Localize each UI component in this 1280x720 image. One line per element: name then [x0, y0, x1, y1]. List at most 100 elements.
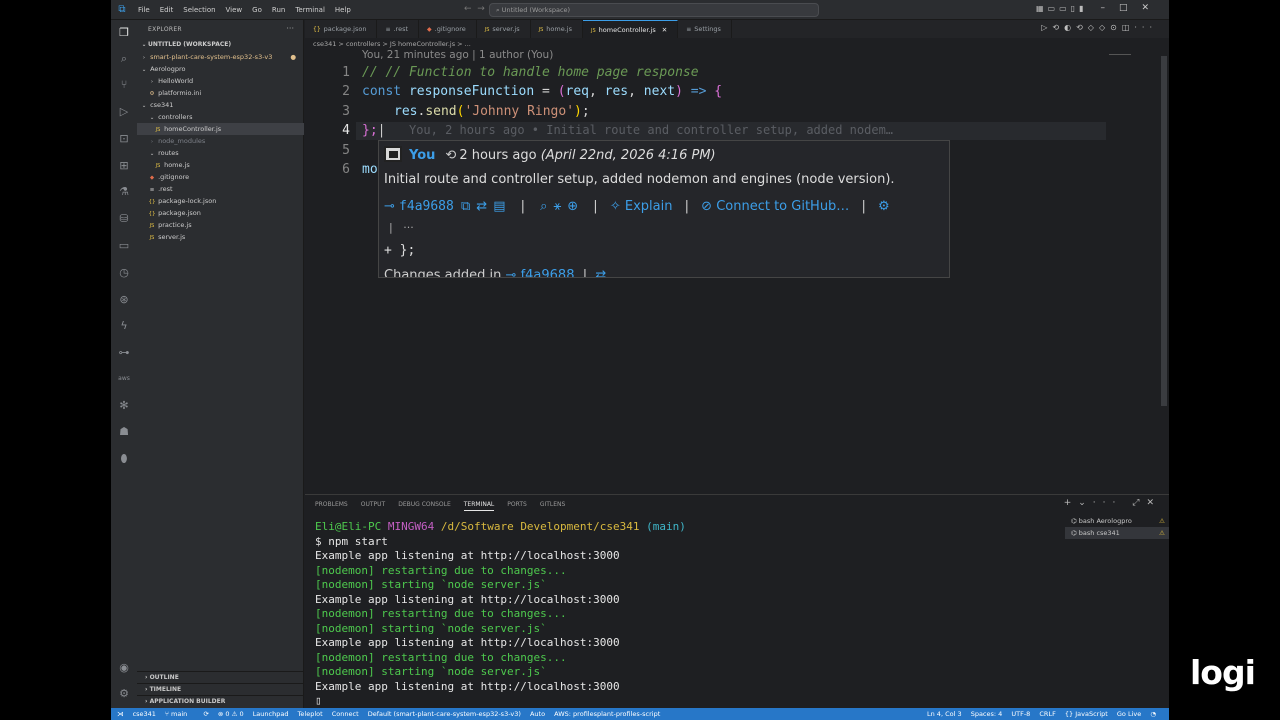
tab-package-json[interactable]: {} package.json — [305, 20, 378, 38]
terminal-output[interactable]: Eli@Eli-PC MINGW64 /d/Software Developme… — [315, 520, 686, 709]
copy-icon[interactable]: ⧉ — [461, 199, 470, 214]
more-actions-icon[interactable]: ··· — [286, 24, 294, 33]
status-branch[interactable]: ⑂ main — [165, 710, 194, 718]
tree-item-package-lock[interactable]: {} package-lock.json — [137, 195, 304, 207]
run-debug-icon[interactable]: ▷ — [117, 105, 131, 119]
status-go-live[interactable]: Go Live — [1117, 710, 1141, 718]
outline-section[interactable]: › OUTLINE — [137, 671, 304, 683]
tree-item-homecontroller[interactable]: JS homeController.js — [137, 123, 304, 135]
status-problems[interactable]: ⊗ 0 ⚠ 0 — [218, 710, 244, 718]
status-indentation[interactable]: Spaces: 4 — [971, 710, 1003, 718]
commit-author[interactable]: You — [409, 148, 435, 163]
tab-terminal[interactable]: TERMINAL — [463, 501, 495, 511]
workspace-header[interactable]: ⌄ UNTITLED (WORKSPACE) — [137, 39, 304, 51]
tree-item-routes[interactable]: ⌄ routes — [137, 147, 304, 159]
status-default-env[interactable]: Default (smart-plant-care-system-esp32-s… — [368, 710, 521, 718]
tree-item-controllers[interactable]: ⌄ controllers — [137, 111, 304, 123]
menu-help[interactable]: Help — [330, 6, 356, 14]
tree-item-cse341[interactable]: ⌄ cse341 — [137, 99, 304, 111]
close-icon[interactable]: ✕ — [662, 26, 667, 34]
remote-icon[interactable]: ⋊ — [117, 710, 124, 718]
status-launchpad[interactable]: Launchpad — [253, 710, 289, 718]
robot-icon[interactable]: ☗ — [117, 425, 131, 439]
account-icon[interactable]: ◉ — [117, 661, 131, 675]
tree-item-smart-plant[interactable]: › smart-plant-care-system-esp32-s3-v3 ● — [137, 51, 304, 63]
editor-scrollbar[interactable] — [1161, 56, 1167, 406]
commit-sha-link[interactable]: f4a9688 — [399, 199, 454, 214]
tab-gitlens[interactable]: GITLENS — [540, 501, 566, 511]
compare-icon[interactable]: ⇄ — [476, 199, 487, 214]
code-line-3[interactable]: res.send('Johnny Ringo'); — [394, 104, 590, 119]
connections-icon[interactable]: ⊶ — [117, 346, 131, 360]
menu-view[interactable]: View — [221, 6, 248, 14]
notifications-icon[interactable]: ◔ — [1150, 710, 1156, 718]
tab-debug-console[interactable]: DEBUG CONSOLE — [398, 501, 451, 511]
tree-item-aerologpro[interactable]: ⌄ Aerologpro — [137, 63, 304, 75]
folder-icon[interactable]: ▭ — [117, 239, 131, 253]
tab-rest[interactable]: ≡ .rest — [377, 20, 419, 38]
tab-homecontroller-js[interactable]: JS homeController.js ✕ — [582, 20, 679, 38]
menu-file[interactable]: File — [133, 6, 155, 14]
menu-terminal[interactable]: Terminal — [290, 6, 330, 14]
status-aws[interactable]: AWS: profilesplant-profiles-script — [554, 710, 660, 718]
graph-icon[interactable]: ⚹ — [553, 199, 561, 214]
timeline-icon[interactable]: ◷ — [117, 266, 131, 280]
tree-item-node-modules[interactable]: › node_modules — [137, 135, 304, 147]
source-control-icon[interactable]: ⑂ — [117, 78, 131, 92]
minimap[interactable] — [1109, 40, 1157, 500]
window-controls[interactable]: –□✕ — [1100, 3, 1163, 13]
breadcrumb[interactable]: cse341 > controllers > JS homeController… — [313, 40, 471, 48]
tab-home-js[interactable]: JS home.js — [531, 20, 583, 38]
status-workspace[interactable]: cse341 — [133, 710, 156, 718]
tab-gitignore[interactable]: ◆ .gitignore — [419, 20, 477, 38]
search-icon[interactable]: ⌕ — [117, 52, 131, 66]
code-line-2[interactable]: const responseFunction = (req, res, next… — [362, 84, 722, 99]
tab-output[interactable]: OUTPUT — [361, 501, 385, 511]
settings-icon[interactable]: ⚙ — [878, 199, 890, 214]
status-eol[interactable]: CRLF — [1039, 710, 1055, 718]
settings-gear-icon[interactable]: ⚙ — [117, 687, 131, 701]
tree-item-helloworld[interactable]: › HelloWorld — [137, 75, 304, 87]
status-auto[interactable]: Auto — [530, 710, 545, 718]
status-connect[interactable]: Connect — [332, 710, 359, 718]
explorer-icon[interactable]: ❐ — [117, 26, 131, 40]
tree-item-server[interactable]: JS server.js — [137, 231, 304, 243]
platformio-icon[interactable]: ⊛ — [117, 293, 131, 307]
panel-actions[interactable]: +⌄··· ⤢✕ — [1064, 498, 1161, 508]
extensions-icon[interactable]: ⊞ — [117, 159, 131, 173]
tab-problems[interactable]: PROBLEMS — [315, 501, 348, 511]
droplet-icon[interactable]: ⬮ — [117, 452, 131, 466]
menu-edit[interactable]: Edit — [155, 6, 179, 14]
tab-server-js[interactable]: JS server.js — [477, 20, 531, 38]
terminal-item-aerologpro[interactable]: ⌬ bash Aerologpro ⚠ — [1065, 515, 1169, 527]
application-builder-section[interactable]: › APPLICATION BUILDER — [137, 695, 304, 707]
tree-item-platformio[interactable]: ⚙ platformio.ini — [137, 87, 304, 99]
tree-item-gitignore[interactable]: ◆ .gitignore — [137, 171, 304, 183]
command-center[interactable]: ⌕ Untitled (Workspace) — [489, 3, 819, 17]
tree-item-home-js[interactable]: JS home.js — [137, 159, 304, 171]
timeline-section[interactable]: › TIMELINE — [137, 683, 304, 695]
menu-run[interactable]: Run — [267, 6, 290, 14]
status-language[interactable]: {} JavaScript — [1065, 710, 1108, 718]
status-teleplot[interactable]: Teleplot — [298, 710, 323, 718]
globe-icon[interactable]: ⊕ — [567, 199, 578, 214]
terminal-item-cse341[interactable]: ⌬ bash cse341 ⚠ — [1065, 527, 1169, 539]
menu-go[interactable]: Go — [247, 6, 267, 14]
explain-link[interactable]: Explain — [625, 199, 673, 214]
status-sync[interactable]: ⟳ — [203, 710, 208, 718]
search-icon[interactable]: ⌕ — [540, 199, 547, 214]
more-actions[interactable]: | ··· — [389, 221, 414, 234]
tab-ports[interactable]: PORTS — [507, 501, 527, 511]
remote-explorer-icon[interactable]: ⊡ — [117, 132, 131, 146]
tab-settings[interactable]: ≡ Settings — [678, 20, 732, 38]
code-line-1[interactable]: // // Function to handle home page respo… — [362, 65, 699, 80]
open-changes-icon[interactable]: ▤ — [493, 199, 505, 214]
editor-actions[interactable]: ▷⟲◐⟲◇◇⊙◫··· — [1041, 23, 1157, 32]
menu-selection[interactable]: Selection — [178, 6, 220, 14]
status-encoding[interactable]: UTF-8 — [1011, 710, 1030, 718]
status-cursor-position[interactable]: Ln 4, Col 3 — [927, 710, 962, 718]
tree-item-practice[interactable]: JS practice.js — [137, 219, 304, 231]
tree-item-rest[interactable]: ≡ .rest — [137, 183, 304, 195]
nav-back-forward-icon[interactable]: ← → — [464, 4, 485, 14]
testing-icon[interactable]: ⚗ — [117, 185, 131, 199]
